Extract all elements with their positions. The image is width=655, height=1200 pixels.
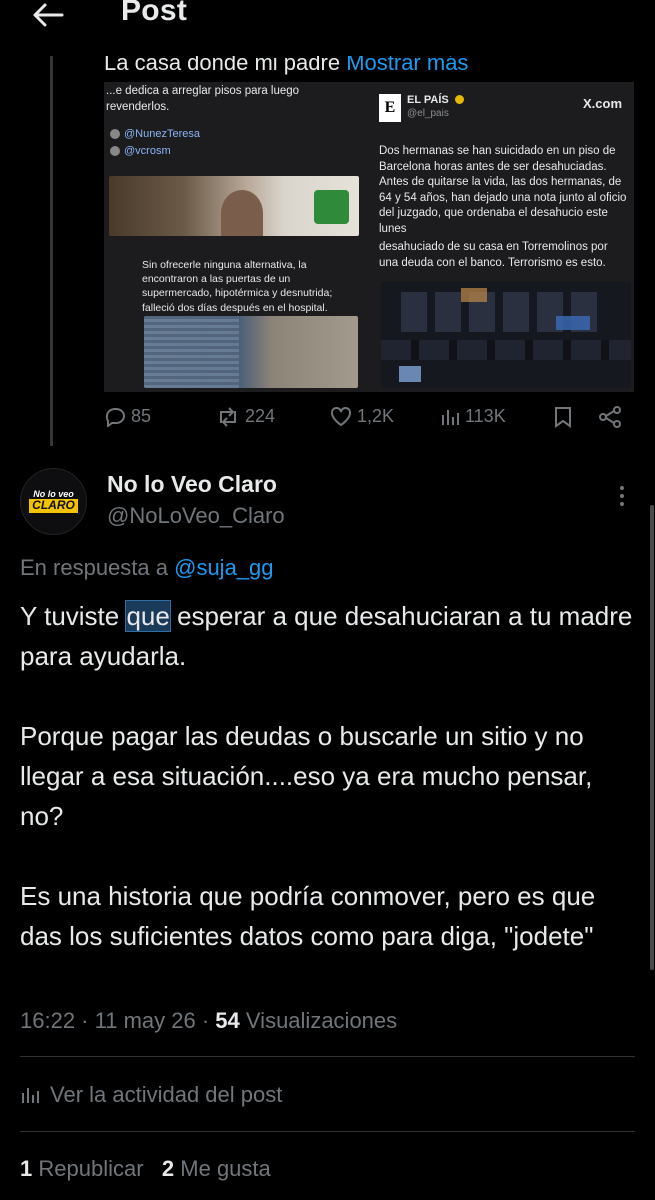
reply-prefix: En respuesta a — [20, 555, 168, 580]
more-options-button[interactable] — [612, 482, 632, 510]
post-body: Y tuviste que esperar a que desahuciaran… — [20, 596, 640, 956]
post-paragraph: Porque pagar las deudas o buscarle un si… — [20, 721, 593, 831]
media-right-panel: E EL PAÍS @el_pais X.com Dos hermanas se… — [369, 82, 634, 392]
bar-chart-icon — [22, 1088, 39, 1103]
media-handle-row: @NunezTeresa — [110, 128, 200, 140]
media-handle-2: @vcrosm — [124, 145, 171, 157]
repost-icon — [220, 406, 236, 427]
reply-icon — [105, 407, 125, 427]
reply-count: 85 — [131, 406, 152, 426]
parent-post-actions: 85 224 1,2K 113K — [104, 402, 634, 436]
bar-chart-icon — [442, 409, 459, 425]
media-left-intro: ...e dedica a arreglar pisos para luego … — [106, 85, 300, 113]
views-count: 113K — [465, 406, 506, 426]
post-date[interactable]: 11 may 26 — [95, 1008, 196, 1033]
post-activity-link[interactable]: Ver la actividad del post — [20, 1082, 282, 1108]
avatar-icon — [110, 146, 120, 156]
reply-to-handle-link[interactable]: @suja_gg — [174, 555, 273, 580]
reposts-number: 1 — [20, 1156, 33, 1181]
media-photo-street — [144, 316, 358, 388]
dot — [620, 486, 624, 490]
like-button[interactable]: 1,2K — [330, 406, 394, 427]
page-title: Post — [121, 0, 188, 27]
media-source-name: EL PAÍS — [407, 94, 449, 106]
post-metadata: 16:22 · 11 may 26 · 54 Visualizaciones — [20, 1008, 398, 1033]
share-icon — [599, 406, 621, 428]
media-right-text-2: desahuciado de su casa en Torremolinos p… — [379, 241, 608, 269]
share-button[interactable] — [598, 406, 622, 428]
avatar[interactable]: No lo veo CLARO — [20, 468, 87, 535]
post-paragraph: Y tuviste que esperar a que desahuciaran… — [20, 596, 640, 676]
avatar-icon — [110, 129, 120, 139]
selected-word[interactable]: que — [125, 600, 171, 632]
repost-button[interactable]: 224 — [216, 406, 275, 427]
reply-context: En respuesta a @suja_gg — [20, 555, 274, 581]
media-left-panel: ...e dedica a arreglar pisos para luego … — [104, 82, 369, 392]
media-photo-woman — [109, 176, 359, 236]
author-handle[interactable]: @NoLoVeo_Claro — [107, 503, 285, 529]
media-photo-building — [381, 282, 631, 388]
scrollbar[interactable] — [650, 505, 654, 970]
post-text: Y tuviste — [20, 601, 127, 631]
arrow-left-icon — [33, 3, 64, 27]
activity-label: Ver la actividad del post — [50, 1082, 283, 1107]
views-number: 54 — [215, 1008, 240, 1033]
author-name[interactable]: No lo Veo Claro — [107, 471, 277, 498]
engagement-stats: 1 Republicar 2 Me gusta — [20, 1156, 271, 1182]
media-handle-row: @vcrosm — [110, 145, 171, 157]
verified-badge-icon — [455, 95, 464, 104]
post-time[interactable]: 16:22 — [20, 1008, 75, 1033]
media-right-text: Dos hermanas se han suicidado en un piso… — [379, 145, 627, 235]
dot — [620, 494, 624, 498]
back-button[interactable] — [30, 0, 66, 30]
top-bar: Post — [0, 0, 655, 56]
reply-button[interactable]: 85 — [104, 406, 151, 427]
media-source-site: X.com — [583, 96, 623, 111]
thread-connector — [50, 56, 53, 446]
post-media[interactable]: ...e dedica a arreglar pisos para luego … — [104, 82, 634, 392]
avatar-text-bottom: CLARO — [29, 499, 78, 513]
likes-number: 2 — [161, 1156, 175, 1181]
bookmark-button[interactable] — [554, 406, 572, 428]
media-source-handle: @el_pais — [407, 108, 449, 119]
likes-stat[interactable]: 2 Me gusta — [162, 1156, 271, 1181]
reposts-stat[interactable]: 1 Republicar — [20, 1156, 144, 1181]
views-button[interactable]: 113K — [440, 406, 506, 427]
el-pais-logo-icon: E — [379, 94, 401, 122]
bookmark-icon — [555, 407, 571, 428]
heart-icon — [331, 406, 351, 426]
repost-count: 224 — [245, 406, 276, 426]
reposts-label: Republicar — [38, 1156, 144, 1181]
likes-label: Me gusta — [180, 1156, 271, 1181]
divider — [20, 1056, 635, 1057]
post-paragraph: Es una historia que podría conmover, per… — [20, 881, 596, 951]
views-label: Visualizaciones — [245, 1008, 398, 1033]
media-left-caption: Sin ofrecerle ninguna alternativa, la en… — [142, 259, 333, 314]
dot — [620, 502, 624, 506]
like-count: 1,2K — [357, 406, 395, 426]
media-handle-1: @NunezTeresa — [124, 128, 200, 140]
divider — [20, 1131, 635, 1132]
